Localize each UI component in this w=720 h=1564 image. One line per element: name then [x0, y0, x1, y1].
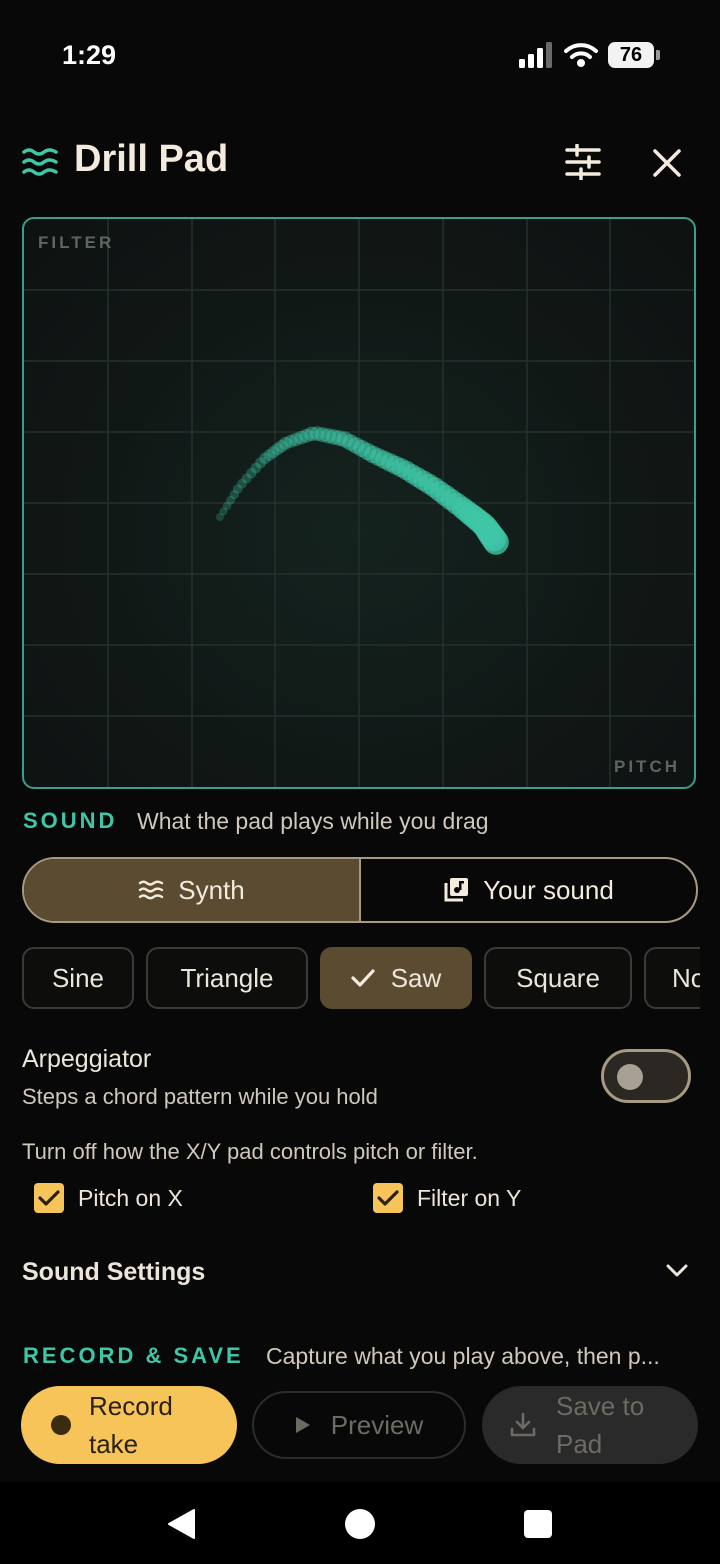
- pitch-on-x-checkbox[interactable]: Pitch on X: [34, 1183, 183, 1213]
- sound-source-toggle: Synth Your sound: [22, 857, 698, 923]
- record-take-label: Record take: [89, 1391, 173, 1459]
- sound-settings-label: Sound Settings: [22, 1258, 206, 1286]
- tune-icon[interactable]: [563, 144, 603, 180]
- trail-point: [483, 529, 509, 555]
- close-icon[interactable]: [650, 146, 684, 180]
- xy-control-note: Turn off how the X/Y pad controls pitch …: [22, 1139, 478, 1164]
- drag-trail: [216, 426, 509, 555]
- back-icon[interactable]: [166, 1508, 196, 1540]
- pad-grid: [24, 219, 694, 787]
- download-icon: [510, 1412, 536, 1437]
- recents-icon[interactable]: [524, 1510, 552, 1538]
- arpeggiator-description: Steps a chord pattern while you hold: [22, 1084, 378, 1109]
- arpeggiator-title: Arpeggiator: [22, 1045, 152, 1073]
- battery-indicator: 76: [608, 42, 660, 68]
- chip-square[interactable]: Square: [484, 947, 632, 1009]
- record-dot-icon: [51, 1415, 71, 1435]
- chevron-down-icon: [666, 1264, 688, 1277]
- status-icons: 76: [518, 42, 660, 68]
- record-take-button[interactable]: Record take: [21, 1386, 237, 1464]
- chip-saw-label: Saw: [390, 962, 442, 993]
- chip-saw[interactable]: Saw: [320, 947, 472, 1009]
- status-time: 1:29: [62, 40, 117, 70]
- tab-synth[interactable]: Synth: [24, 859, 361, 921]
- check-icon: [351, 969, 375, 987]
- preview-button[interactable]: Preview: [252, 1391, 466, 1459]
- save-to-pad-button[interactable]: Save to Pad: [482, 1386, 698, 1464]
- sound-section-title: SOUND: [23, 808, 118, 833]
- music-library-icon: [444, 878, 469, 902]
- waves-icon: [139, 880, 164, 900]
- checkbox-checked-icon: [34, 1183, 64, 1213]
- preview-label: Preview: [330, 1409, 424, 1440]
- sound-section-description: What the pad plays while you drag: [137, 808, 489, 834]
- sound-settings-expander[interactable]: Sound Settings: [22, 1258, 698, 1292]
- pitch-on-x-label: Pitch on X: [78, 1184, 183, 1211]
- home-icon[interactable]: [345, 1509, 375, 1539]
- xy-pad[interactable]: FILTER PITCH: [22, 217, 696, 789]
- waves-icon: [22, 148, 58, 176]
- pad-label-pitch: PITCH: [614, 757, 680, 776]
- chip-triangle[interactable]: Triangle: [146, 947, 308, 1009]
- tab-synth-label: Synth: [178, 874, 245, 905]
- record-section-description: Capture what you play above, then p...: [266, 1343, 660, 1369]
- save-to-pad-label: Save to Pad: [556, 1391, 645, 1459]
- tab-your-sound[interactable]: Your sound: [361, 859, 696, 921]
- wifi-icon: [564, 43, 598, 67]
- chip-noise[interactable]: Noise: [644, 947, 700, 1009]
- toggle-knob: [617, 1064, 643, 1090]
- pad-label-filter: FILTER: [38, 233, 115, 252]
- arpeggiator-toggle[interactable]: [601, 1049, 691, 1103]
- checkbox-checked-icon: [373, 1183, 403, 1213]
- battery-level: 76: [608, 42, 654, 68]
- page-title: Drill Pad: [74, 138, 229, 180]
- filter-on-y-label: Filter on Y: [417, 1184, 522, 1211]
- record-section-title: RECORD & SAVE: [23, 1343, 244, 1368]
- play-icon: [295, 1417, 310, 1433]
- filter-on-y-checkbox[interactable]: Filter on Y: [373, 1183, 521, 1213]
- chip-sine[interactable]: Sine: [22, 947, 134, 1009]
- signal-icon: [519, 42, 552, 68]
- tab-your-sound-label: Your sound: [483, 874, 614, 905]
- waveform-chips: Sine Triangle Saw Square Noise: [22, 947, 700, 1009]
